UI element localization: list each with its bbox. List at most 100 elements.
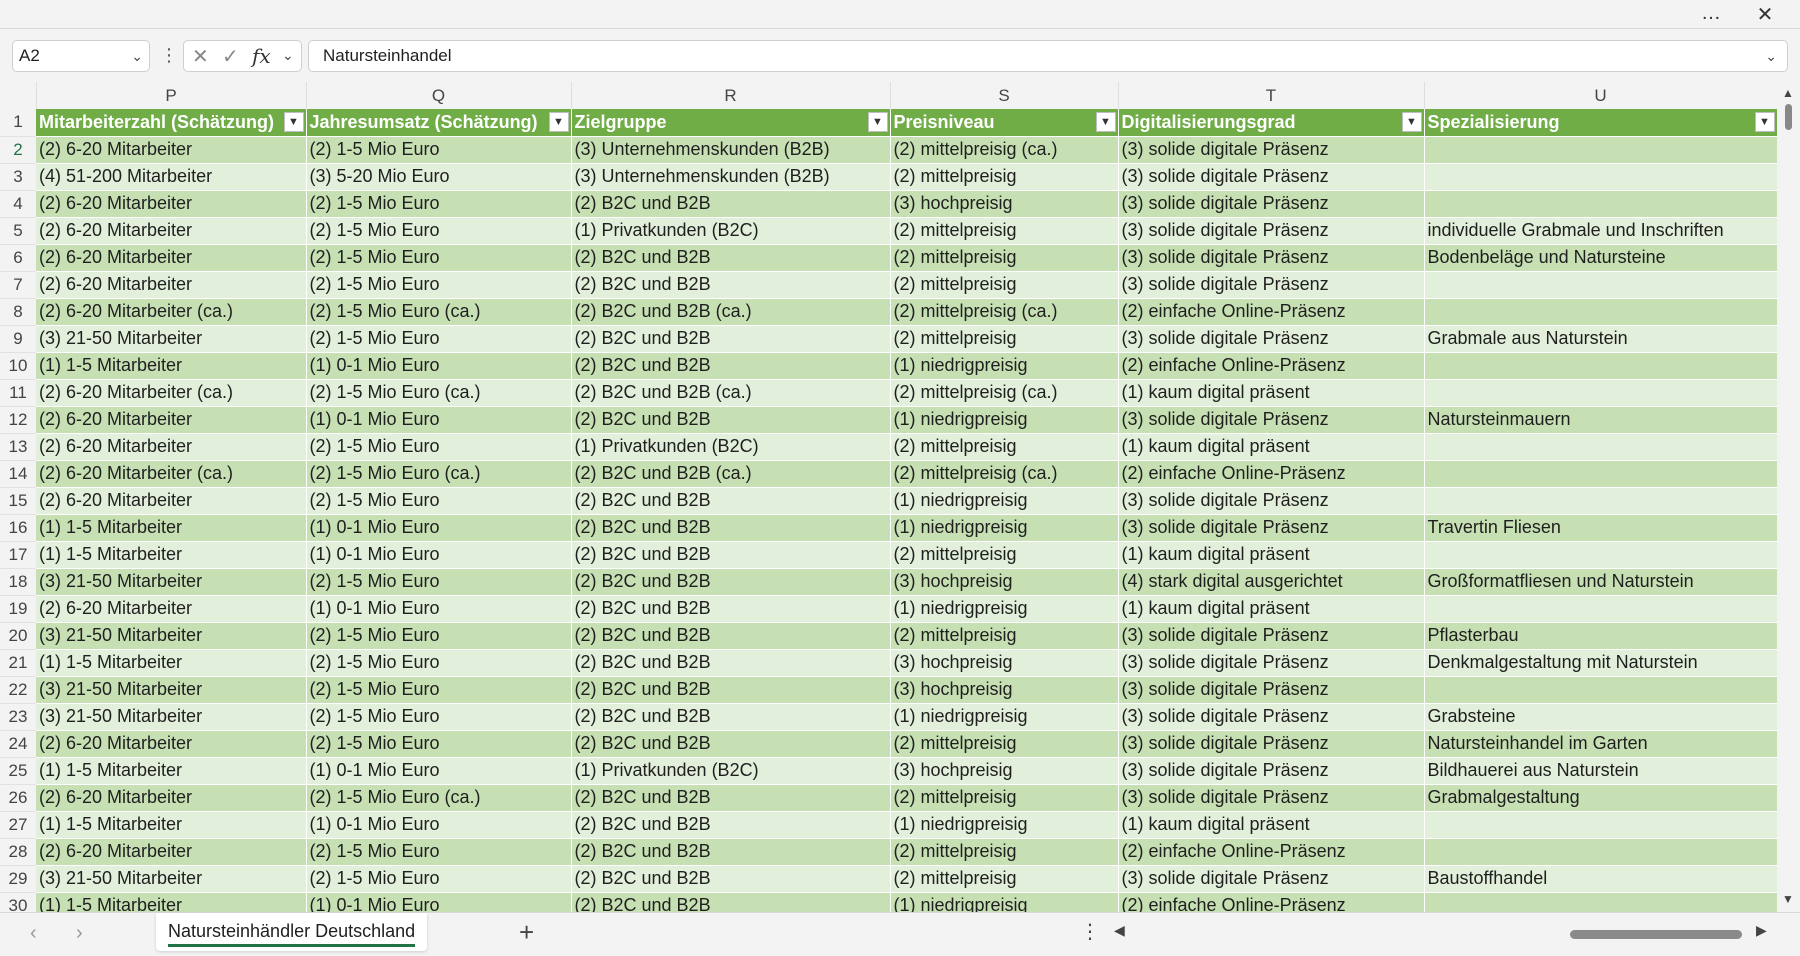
table-cell[interactable]: (2) B2C und B2B (571, 838, 891, 866)
table-cell[interactable]: (2) 1-5 Mio Euro (306, 838, 572, 866)
table-cell[interactable]: (3) hochpreisig (890, 568, 1119, 596)
row-number[interactable]: 13 (0, 433, 36, 461)
table-cell[interactable]: (3) 21-50 Mitarbeiter (36, 676, 307, 704)
table-cell[interactable]: (3) solide digitale Präsenz (1118, 649, 1425, 677)
formula-input[interactable]: Natursteinhandel ⌄ (308, 40, 1788, 72)
table-cell[interactable]: (3) hochpreisig (890, 676, 1119, 704)
table-cell[interactable]: (2) mittelpreisig (890, 433, 1119, 461)
more-options-icon[interactable]: … (1696, 2, 1726, 25)
table-cell[interactable]: (2) B2C und B2B (571, 568, 891, 596)
row-number[interactable]: 12 (0, 406, 36, 434)
table-cell[interactable]: (2) mittelpreisig (ca.) (890, 379, 1119, 407)
vertical-dots-icon[interactable]: ⋮ (1080, 919, 1100, 944)
table-cell[interactable]: (2) 6-20 Mitarbeiter (ca.) (36, 298, 307, 326)
table-cell[interactable]: (2) B2C und B2B (571, 487, 891, 515)
table-cell[interactable] (1424, 487, 1778, 515)
table-cell[interactable]: (1) Privatkunden (B2C) (571, 757, 891, 785)
table-cell[interactable]: Grabmale aus Naturstein (1424, 325, 1778, 353)
cancel-icon[interactable]: ✕ (192, 44, 209, 69)
chevron-down-icon[interactable]: ⌄ (282, 47, 294, 64)
table-cell[interactable]: (2) 1-5 Mio Euro (306, 649, 572, 677)
table-cell[interactable]: (2) B2C und B2B (571, 622, 891, 650)
row-number[interactable]: 1 (0, 109, 36, 137)
table-cell[interactable]: (1) kaum digital präsent (1118, 433, 1425, 461)
table-cell[interactable] (1424, 595, 1778, 623)
table-cell[interactable]: (2) mittelpreisig (ca.) (890, 136, 1119, 164)
table-cell[interactable]: (2) 6-20 Mitarbeiter (36, 838, 307, 866)
table-cell[interactable]: (1) 1-5 Mitarbeiter (36, 892, 307, 912)
table-cell[interactable]: (2) 1-5 Mio Euro (306, 487, 572, 515)
scroll-right-icon[interactable]: ▶ (1756, 922, 1767, 939)
table-cell[interactable]: (2) 1-5 Mio Euro (306, 217, 572, 245)
row-number[interactable]: 6 (0, 244, 36, 272)
row-number[interactable]: 5 (0, 217, 36, 245)
table-cell[interactable] (1424, 460, 1778, 488)
column-header[interactable]: R (571, 82, 891, 109)
table-cell[interactable]: (2) 1-5 Mio Euro (306, 676, 572, 704)
table-cell[interactable]: (3) Unternehmenskunden (B2B) (571, 136, 891, 164)
table-cell[interactable]: (2) mittelpreisig (ca.) (890, 460, 1119, 488)
table-cell[interactable]: Pflasterbau (1424, 622, 1778, 650)
table-cell[interactable]: (2) 6-20 Mitarbeiter (36, 244, 307, 272)
table-cell[interactable]: (2) B2C und B2B (571, 865, 891, 893)
vertical-scrollbar[interactable]: ▲ ▼ (1777, 82, 1800, 912)
vertical-dots-icon[interactable]: ⋮ (160, 45, 178, 66)
table-cell[interactable]: (3) Unternehmenskunden (B2B) (571, 163, 891, 191)
table-cell[interactable] (1424, 433, 1778, 461)
table-cell[interactable]: (1) 1-5 Mitarbeiter (36, 811, 307, 839)
table-cell[interactable]: (2) einfache Online-Präsenz (1118, 460, 1425, 488)
table-cell[interactable] (1424, 163, 1778, 191)
table-cell[interactable]: (3) hochpreisig (890, 190, 1119, 218)
table-cell[interactable]: (2) 1-5 Mio Euro (306, 271, 572, 299)
filter-dropdown-icon[interactable]: ▼ (867, 112, 888, 132)
table-cell[interactable]: (3) hochpreisig (890, 649, 1119, 677)
column-header[interactable]: T (1118, 82, 1425, 109)
row-number[interactable]: 7 (0, 271, 36, 299)
table-cell[interactable]: (2) 1-5 Mio Euro (306, 244, 572, 272)
row-number[interactable]: 20 (0, 622, 36, 650)
previous-sheet-icon[interactable]: ‹ (30, 922, 37, 945)
table-cell[interactable]: (2) 6-20 Mitarbeiter (36, 406, 307, 434)
table-cell[interactable]: (1) kaum digital präsent (1118, 811, 1425, 839)
table-cell[interactable]: (3) solide digitale Präsenz (1118, 865, 1425, 893)
table-cell[interactable] (1424, 811, 1778, 839)
sheet-tab-active[interactable]: Natursteinhändler Deutschland (156, 913, 428, 951)
table-cell[interactable]: (2) B2C und B2B (571, 703, 891, 731)
row-number[interactable]: 28 (0, 838, 36, 866)
filter-dropdown-icon[interactable]: ▼ (1401, 112, 1422, 132)
confirm-check-icon[interactable]: ✓ (222, 44, 239, 69)
header-cell[interactable]: Preisniveau ▼ (890, 109, 1119, 137)
filter-dropdown-icon[interactable]: ▼ (283, 112, 304, 132)
table-cell[interactable]: (1) 1-5 Mitarbeiter (36, 757, 307, 785)
table-cell[interactable]: (3) solide digitale Präsenz (1118, 136, 1425, 164)
table-cell[interactable]: (2) B2C und B2B (571, 325, 891, 353)
table-cell[interactable]: (1) 0-1 Mio Euro (306, 811, 572, 839)
table-cell[interactable]: (1) kaum digital präsent (1118, 595, 1425, 623)
table-cell[interactable]: (2) einfache Online-Präsenz (1118, 298, 1425, 326)
column-header[interactable]: S (890, 82, 1119, 109)
table-cell[interactable]: (2) einfache Online-Präsenz (1118, 352, 1425, 380)
table-cell[interactable]: (3) solide digitale Präsenz (1118, 676, 1425, 704)
table-cell[interactable] (1424, 271, 1778, 299)
scroll-up-icon[interactable]: ▲ (1782, 86, 1794, 100)
table-cell[interactable]: (1) 1-5 Mitarbeiter (36, 649, 307, 677)
table-cell[interactable]: Bildhauerei aus Naturstein (1424, 757, 1778, 785)
column-header[interactable]: U (1424, 82, 1778, 109)
table-cell[interactable]: (2) B2C und B2B (571, 352, 891, 380)
row-number[interactable]: 11 (0, 379, 36, 407)
filter-dropdown-icon[interactable]: ▼ (1754, 112, 1775, 132)
table-cell[interactable]: (2) B2C und B2B (571, 406, 891, 434)
table-cell[interactable]: (3) solide digitale Präsenz (1118, 406, 1425, 434)
table-cell[interactable]: (2) B2C und B2B (571, 784, 891, 812)
row-number[interactable]: 3 (0, 163, 36, 191)
add-sheet-icon[interactable]: + (519, 917, 534, 948)
table-cell[interactable]: (3) 5-20 Mio Euro (306, 163, 572, 191)
row-number[interactable]: 23 (0, 703, 36, 731)
table-cell[interactable]: (2) B2C und B2B (571, 595, 891, 623)
table-cell[interactable]: Großformatfliesen und Naturstein (1424, 568, 1778, 596)
table-cell[interactable]: (1) 0-1 Mio Euro (306, 352, 572, 380)
table-cell[interactable]: (3) 21-50 Mitarbeiter (36, 622, 307, 650)
table-cell[interactable]: Natursteinmauern (1424, 406, 1778, 434)
chevron-down-icon[interactable]: ⌄ (131, 41, 143, 71)
row-number[interactable]: 15 (0, 487, 36, 515)
